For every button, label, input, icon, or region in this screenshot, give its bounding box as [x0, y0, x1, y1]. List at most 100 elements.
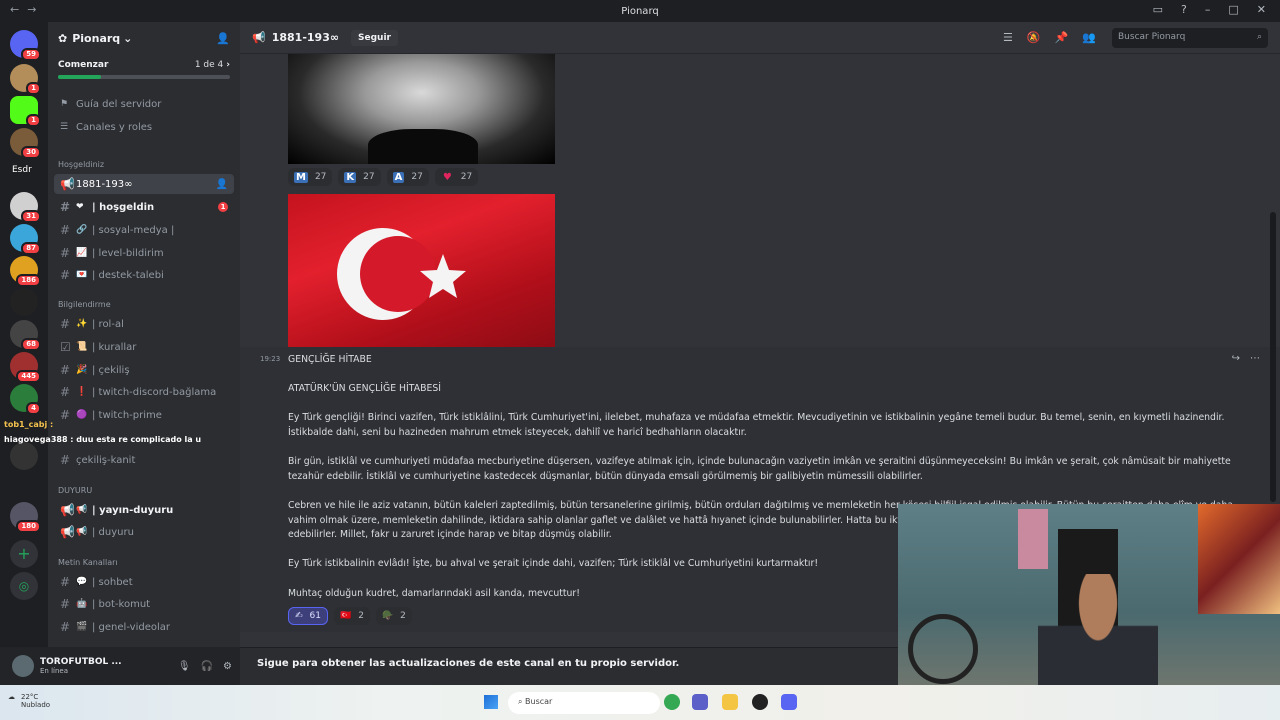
- progress-bar: [58, 75, 230, 79]
- username: TOROFUTBOL ...: [40, 657, 122, 667]
- server-icon[interactable]: 180: [10, 502, 41, 533]
- reaction[interactable]: 🪖 2: [375, 607, 412, 626]
- window-controls: ▭ ? – □ ✕: [1153, 3, 1266, 16]
- microphone-icon[interactable]: 🎙: [178, 661, 191, 672]
- weather-widget[interactable]: ☁ 22°C Nublado: [8, 693, 50, 709]
- windows-start-icon[interactable]: [484, 695, 498, 709]
- channel-item[interactable]: 📢 📢 | yayın-duyuru: [54, 500, 234, 520]
- channel-item[interactable]: 📢 1881-193∞ 👤: [54, 174, 234, 194]
- add-member-icon[interactable]: 👤: [216, 32, 230, 45]
- channel-item[interactable]: 📢 📢 | duyuru: [54, 522, 234, 542]
- pin-icon[interactable]: 📌: [1055, 31, 1069, 44]
- add-server-icon[interactable]: +: [10, 540, 38, 568]
- server-icon[interactable]: 68: [10, 320, 41, 351]
- channel-item[interactable]: # 🟣 | twitch-prime: [54, 405, 234, 425]
- hash-icon: #: [60, 597, 71, 611]
- chat-overlay-line: tob1_cabj :: [4, 420, 54, 429]
- threads-icon[interactable]: ☰: [1003, 31, 1013, 44]
- server-icon[interactable]: 31: [10, 192, 41, 223]
- obs-icon[interactable]: [752, 694, 768, 710]
- server-icon[interactable]: 4: [10, 384, 41, 415]
- reaction[interactable]: A 27: [386, 168, 429, 186]
- reactions-top: M 27 K 27 A 27 ♥ 27: [288, 168, 479, 186]
- close-button[interactable]: ✕: [1257, 3, 1266, 16]
- channel-item[interactable]: # 🎬 | genel-videolar: [54, 617, 234, 637]
- channel-item[interactable]: # 🔗 | sosyal-medya |: [54, 220, 234, 240]
- server-icon[interactable]: [10, 288, 38, 316]
- channel-item[interactable]: ☑ 📜 | kurallar: [54, 337, 234, 357]
- taskbar: ☁ 22°C Nublado ⌕ Buscar: [0, 685, 1280, 720]
- hash-icon: #: [60, 317, 71, 331]
- channel-item[interactable]: # 🤖 | bot-komut: [54, 594, 234, 614]
- avatar[interactable]: [12, 655, 34, 677]
- discover-icon[interactable]: ◎: [10, 572, 38, 600]
- server-icon[interactable]: 1: [10, 64, 41, 95]
- onboarding-progress[interactable]: Comenzar 1 de 4 ›: [48, 54, 240, 83]
- taskbar-search[interactable]: ⌕ Buscar: [508, 692, 660, 714]
- channel-item[interactable]: # çekiliş-kanit: [54, 450, 234, 470]
- server-header[interactable]: ✿ Pionarq ⌄ 👤: [48, 22, 240, 54]
- mute-bell-icon[interactable]: 🔕: [1027, 31, 1041, 44]
- rules-icon: ☑: [60, 340, 71, 354]
- reaction[interactable]: M 27: [288, 168, 333, 186]
- maximize-button[interactable]: □: [1228, 3, 1238, 16]
- settings-icon[interactable]: ⚙: [223, 661, 232, 672]
- follow-button[interactable]: Seguir: [351, 29, 398, 46]
- search-input[interactable]: Buscar Pionarq ⌕: [1112, 27, 1268, 48]
- megaphone-icon: 📢: [60, 525, 75, 539]
- list-icon: ☰: [60, 122, 69, 132]
- portrait-image[interactable]: [288, 54, 555, 164]
- channels-roles-link[interactable]: ☰ Canales y roles: [54, 117, 234, 137]
- category-label[interactable]: Bilgilendirme: [58, 300, 111, 309]
- turkish-flag-image[interactable]: [288, 194, 555, 348]
- reaction[interactable]: K 27: [338, 168, 381, 186]
- chevron-down-icon: ⌄: [123, 31, 133, 45]
- channel-item[interactable]: # ❗ | twitch-discord-bağlama: [54, 382, 234, 402]
- message-timestamp: 19:23: [260, 355, 281, 363]
- reaction[interactable]: ♥ 27: [434, 168, 479, 186]
- window-title: Pionarq: [621, 5, 659, 17]
- channel-item[interactable]: # ❤ | hoşgeldin 1: [54, 197, 234, 217]
- category-label[interactable]: Metin Kanalları: [58, 558, 118, 567]
- chrome-icon[interactable]: [664, 694, 680, 710]
- megaphone-icon: 📢: [60, 177, 75, 191]
- channel-item[interactable]: # ✨ | rol-al: [54, 314, 234, 334]
- hash-icon: #: [60, 200, 71, 214]
- members-icon[interactable]: 👥: [1082, 31, 1096, 44]
- teams-icon[interactable]: [692, 694, 708, 710]
- direct-messages-icon[interactable]: 59: [10, 30, 41, 61]
- message-paragraph: GENÇLİĞE HİTABE: [288, 354, 372, 365]
- user-info[interactable]: TOROFUTBOL ... En línea: [40, 657, 122, 675]
- server-icon[interactable]: 445: [10, 352, 41, 383]
- channel-item[interactable]: # 🎉 | çekiliş: [54, 360, 234, 380]
- channel-item[interactable]: # 💬 | sohbet: [54, 572, 234, 592]
- scrollbar[interactable]: [1270, 212, 1276, 502]
- file-explorer-icon[interactable]: [722, 694, 738, 710]
- progress-label: Comenzar: [58, 60, 109, 70]
- minimize-button[interactable]: –: [1205, 3, 1211, 16]
- message-paragraph: ATATÜRK'ÜN GENÇLİĞE HİTABESİ: [288, 383, 441, 395]
- reaction[interactable]: ✍ 61: [288, 607, 328, 626]
- discord-icon[interactable]: [781, 694, 797, 710]
- reaction[interactable]: 🇹🇷 2: [334, 607, 370, 626]
- server-name: Pionarq: [72, 31, 121, 45]
- category-label[interactable]: DUYURU: [58, 486, 92, 495]
- server-list: 59 1 1 30 Esdr 31 87 186 68 445 4 180 + …: [0, 22, 48, 685]
- server-guide-link[interactable]: ⚑ Guía del servidor: [54, 94, 234, 114]
- server-icon[interactable]: 186: [10, 256, 41, 287]
- message-paragraph: Bir gün, istiklâl ve cumhuriyeti müdafaa…: [288, 456, 1231, 482]
- user-panel: TOROFUTBOL ... En línea 🎙 🎧 ⚙: [0, 647, 240, 685]
- server-icon[interactable]: 30: [10, 128, 41, 159]
- help-icon[interactable]: ?: [1181, 3, 1187, 16]
- invite-icon[interactable]: 👤: [216, 179, 228, 190]
- channel-sidebar: ✿ Pionarq ⌄ 👤 Comenzar 1 de 4 › ⚑ Guía de…: [4, 22, 240, 647]
- category-label[interactable]: Hoşgeldiniz: [58, 160, 104, 169]
- server-icon[interactable]: 1: [10, 96, 41, 127]
- headphones-icon[interactable]: 🎧: [201, 661, 213, 672]
- server-icon[interactable]: [10, 442, 38, 470]
- channel-item[interactable]: # 📈 | level-bildirim: [54, 243, 234, 263]
- channel-item[interactable]: # 💌 | destek-talebi: [54, 265, 234, 285]
- server-icon[interactable]: 87: [10, 224, 41, 255]
- inbox-icon[interactable]: ▭: [1153, 3, 1163, 16]
- server-text-icon[interactable]: Esdr: [12, 165, 32, 175]
